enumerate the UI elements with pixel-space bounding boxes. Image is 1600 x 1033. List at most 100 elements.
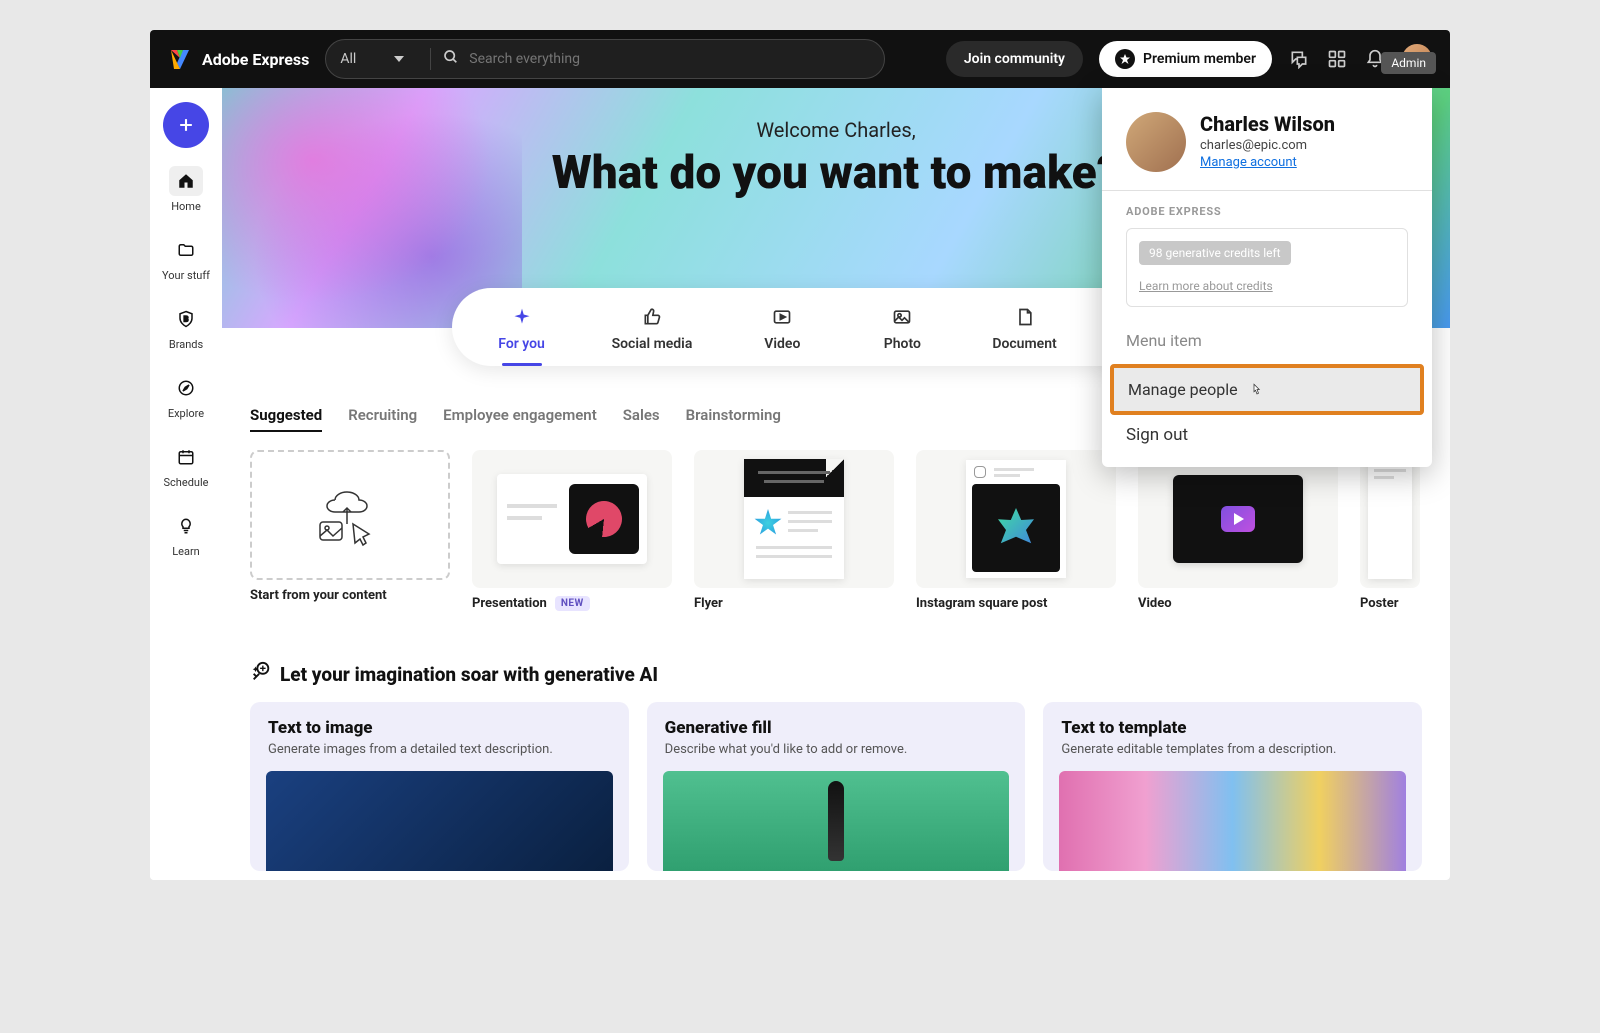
- section-title: Let your imagination soar with generativ…: [280, 663, 658, 686]
- manage-account-link[interactable]: Manage account: [1200, 155, 1335, 170]
- tab-document[interactable]: Document: [982, 306, 1066, 352]
- template-upload[interactable]: Start from your content: [250, 450, 450, 611]
- add-button[interactable]: [163, 102, 209, 148]
- credits-link[interactable]: Learn more about credits: [1139, 279, 1273, 293]
- chat-icon[interactable]: [1288, 48, 1310, 70]
- sidebar-item-label: Learn: [172, 545, 200, 558]
- filter-sales[interactable]: Sales: [623, 406, 660, 432]
- template-title: Start from your content: [250, 588, 450, 603]
- thumbs-up-icon: [641, 306, 663, 328]
- filter-suggested[interactable]: Suggested: [250, 406, 322, 432]
- ai-card-image: [1059, 771, 1406, 871]
- genai-text-to-template[interactable]: Text to template Generate editable templ…: [1043, 702, 1422, 871]
- sidebar-item-brands[interactable]: B Brands: [150, 300, 222, 355]
- premium-icon: [1115, 49, 1135, 69]
- divider: [1102, 190, 1432, 191]
- category-select[interactable]: All: [340, 51, 418, 67]
- sidebar-item-yourstuff[interactable]: Your stuff: [150, 231, 222, 286]
- hero-welcome: Welcome Charles,: [756, 118, 915, 142]
- hero-title: What do you want to make?: [552, 146, 1120, 200]
- template-instagram[interactable]: Instagram square post: [916, 450, 1116, 611]
- sidebar-item-label: Explore: [168, 407, 204, 420]
- play-box-icon: [771, 306, 793, 328]
- tab-label: For you: [498, 336, 545, 352]
- search-icon: [443, 49, 459, 69]
- tab-social-media[interactable]: Social media: [602, 306, 703, 352]
- filter-brainstorming[interactable]: Brainstorming: [686, 406, 781, 432]
- file-icon: [1014, 306, 1036, 328]
- ai-card-title: Generative fill: [665, 718, 1008, 738]
- category-select-label: All: [340, 51, 356, 67]
- ai-card-image: [266, 771, 613, 871]
- sidebar-item-label: Home: [171, 200, 201, 213]
- manage-people-label: Manage people: [1128, 380, 1238, 399]
- sidebar-item-label: Schedule: [164, 476, 209, 489]
- credits-badge: 98 generative credits left: [1139, 241, 1291, 265]
- genai-generative-fill[interactable]: Generative fill Describe what you'd like…: [647, 702, 1026, 871]
- sparkle-arrow-icon: [250, 661, 272, 688]
- app-frame: Adobe Express All Join community Premium…: [150, 30, 1450, 880]
- template-poster[interactable]: Poster: [1360, 450, 1420, 611]
- ai-card-desc: Describe what you'd like to add or remov…: [665, 742, 1008, 757]
- template-flyer[interactable]: Flyer: [694, 450, 894, 611]
- credits-box: 98 generative credits left Learn more ab…: [1126, 228, 1408, 307]
- tab-video[interactable]: Video: [742, 306, 822, 352]
- search-group: All: [325, 39, 885, 79]
- user-dropdown: Admin Charles Wilson charles@epic.com Ma…: [1102, 88, 1432, 467]
- ai-card-desc: Generate editable templates from a descr…: [1061, 742, 1404, 757]
- ai-card-image: [663, 771, 1010, 871]
- ai-card-title: Text to template: [1061, 718, 1404, 738]
- user-name: Charles Wilson: [1200, 112, 1335, 136]
- tab-label: Video: [764, 336, 800, 352]
- template-title: Poster: [1360, 596, 1420, 611]
- svg-text:B: B: [184, 314, 189, 323]
- logo-area: Adobe Express: [168, 47, 309, 71]
- apps-icon[interactable]: [1326, 48, 1348, 70]
- template-presentation[interactable]: Presentation NEW: [472, 450, 672, 611]
- join-community-button[interactable]: Join community: [946, 41, 1083, 77]
- manage-people-item[interactable]: Manage people: [1110, 364, 1424, 415]
- template-video[interactable]: Video: [1138, 450, 1338, 611]
- tab-photo[interactable]: Photo: [862, 306, 942, 352]
- sidebar-item-label: Your stuff: [162, 269, 210, 282]
- ai-card-title: Text to image: [268, 718, 611, 738]
- template-title: Instagram square post: [916, 596, 1116, 611]
- chevron-down-icon: [394, 56, 404, 62]
- template-title: Presentation NEW: [472, 596, 672, 611]
- sidebar-item-schedule[interactable]: Schedule: [150, 438, 222, 493]
- admin-badge: Admin: [1381, 52, 1436, 74]
- adobe-logo-icon: [168, 47, 192, 71]
- premium-member-button[interactable]: Premium member: [1099, 41, 1272, 77]
- product-name: Adobe Express: [202, 50, 309, 69]
- sign-out-item[interactable]: Sign out: [1126, 421, 1408, 453]
- genai-text-to-image[interactable]: Text to image Generate images from a det…: [250, 702, 629, 871]
- template-title: Video: [1138, 596, 1338, 611]
- user-avatar: [1126, 112, 1186, 172]
- new-badge: NEW: [555, 596, 590, 611]
- search-input[interactable]: [469, 51, 769, 67]
- sidebar-item-explore[interactable]: Explore: [150, 369, 222, 424]
- ai-card-desc: Generate images from a detailed text des…: [268, 742, 611, 757]
- genai-section-header: Let your imagination soar with generativ…: [222, 631, 1450, 702]
- cursor-pointer-icon: [1248, 382, 1264, 398]
- tab-label: Photo: [884, 336, 921, 352]
- user-email: charles@epic.com: [1200, 138, 1335, 153]
- tab-label: Social media: [612, 336, 693, 352]
- filter-engagement[interactable]: Employee engagement: [443, 406, 597, 432]
- template-row: Start from your content Presentation NEW: [222, 450, 1450, 631]
- top-header: Adobe Express All Join community Premium…: [150, 30, 1450, 88]
- tab-for-you[interactable]: For you: [482, 306, 562, 352]
- premium-label: Premium member: [1143, 51, 1256, 67]
- sidebar-item-home[interactable]: Home: [150, 162, 222, 217]
- genai-cards: Text to image Generate images from a det…: [222, 702, 1450, 880]
- sidebar-item-learn[interactable]: Learn: [150, 507, 222, 562]
- divider: [430, 48, 431, 70]
- menu-item-placeholder: Menu item: [1126, 323, 1408, 364]
- left-rail: Home Your stuff B Brands Explore Schedul…: [150, 88, 222, 880]
- image-icon: [891, 306, 913, 328]
- filter-recruiting[interactable]: Recruiting: [348, 406, 417, 432]
- template-title: Flyer: [694, 596, 894, 611]
- sparkle-icon: [511, 306, 533, 328]
- sidebar-item-label: Brands: [169, 338, 203, 351]
- user-info-row: Charles Wilson charles@epic.com Manage a…: [1126, 112, 1408, 172]
